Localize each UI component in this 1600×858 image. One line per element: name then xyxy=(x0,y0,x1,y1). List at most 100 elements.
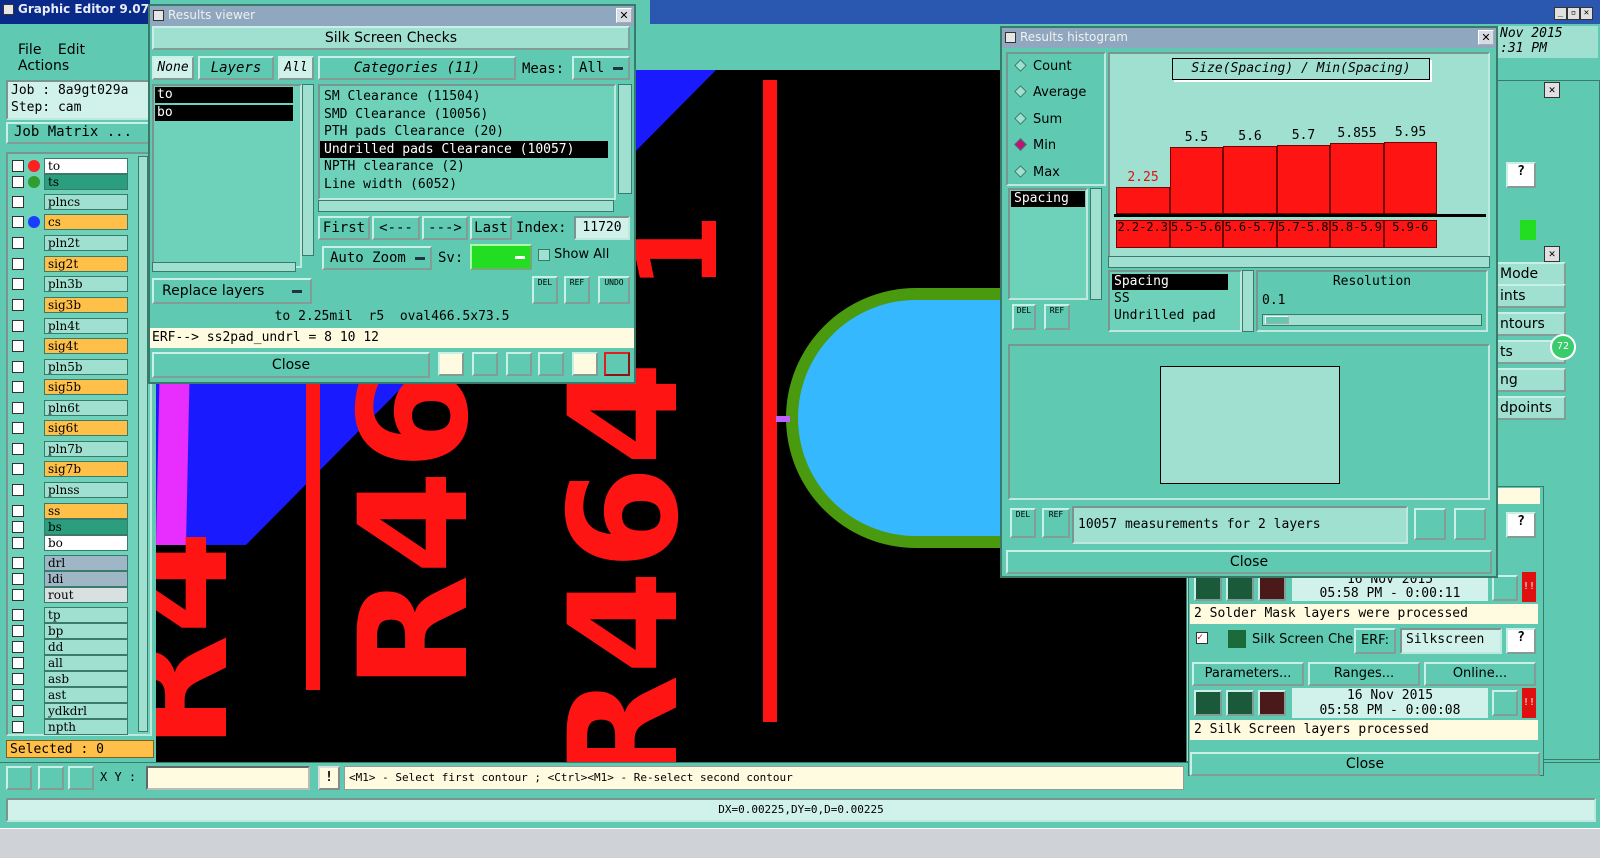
hist-import-icon[interactable] xyxy=(1454,508,1486,540)
hist-ref-button[interactable]: REF xyxy=(1044,304,1070,330)
category-item[interactable]: SM Clearance (11504) xyxy=(320,88,610,106)
layer-row[interactable]: drl xyxy=(12,555,128,571)
silk-run-icon-2[interactable] xyxy=(1226,690,1254,716)
solder-alert-icon[interactable]: !! xyxy=(1522,572,1536,602)
parameters-button[interactable]: Parameters... xyxy=(1192,662,1304,686)
layer-name[interactable]: sig2t xyxy=(44,256,128,272)
grid-tool-icon[interactable] xyxy=(68,766,94,790)
right-panel-close[interactable]: ✕ xyxy=(1544,82,1560,98)
layer-name[interactable]: bs xyxy=(44,519,128,535)
layer-name[interactable]: dd xyxy=(44,639,128,655)
radio-icon[interactable] xyxy=(1014,164,1027,178)
layer-checkbox[interactable] xyxy=(12,237,24,249)
category-item[interactable]: PTH pads Clearance (20) xyxy=(320,123,610,141)
layer-name[interactable]: ast xyxy=(44,687,128,703)
layer-name[interactable]: sig5b xyxy=(44,379,128,395)
histogram-bar[interactable] xyxy=(1116,186,1170,214)
layer-row[interactable]: ydkdrl xyxy=(12,703,128,719)
right-panel-close-2[interactable]: ✕ xyxy=(1544,246,1560,262)
histogram-icon[interactable] xyxy=(604,352,630,376)
results-close-button[interactable]: Close xyxy=(152,352,430,378)
layer-name[interactable]: ts xyxy=(44,174,128,190)
histogram-bar[interactable] xyxy=(1330,143,1384,214)
mode-option[interactable]: Min xyxy=(1008,133,1104,159)
layer-name[interactable]: plncs xyxy=(44,194,128,210)
layer-name[interactable]: drl xyxy=(44,555,128,571)
layer-checkbox[interactable] xyxy=(12,340,24,352)
layer-row[interactable]: ast xyxy=(12,687,128,703)
layer-name[interactable]: all xyxy=(44,655,128,671)
layer-name[interactable]: bo xyxy=(44,535,128,551)
histogram-bar[interactable] xyxy=(1169,147,1223,214)
layer-checkbox[interactable] xyxy=(12,641,24,653)
layer-checkbox[interactable] xyxy=(12,278,24,290)
layer-checkbox[interactable] xyxy=(12,160,24,172)
layer-checkbox[interactable] xyxy=(12,422,24,434)
layer-name[interactable]: tp xyxy=(44,607,128,623)
layer-name[interactable]: asb xyxy=(44,671,128,687)
category-item[interactable]: Line width (6052) xyxy=(320,176,610,194)
layer-checkbox[interactable] xyxy=(12,361,24,373)
props-list[interactable]: Spacing SS Undrilled pad xyxy=(1108,270,1242,332)
layer-name[interactable]: rout xyxy=(44,587,128,603)
layer-checkbox[interactable] xyxy=(12,537,24,549)
meas-select[interactable]: All xyxy=(572,56,630,80)
right-help-button[interactable]: ? xyxy=(1506,162,1536,188)
none-button[interactable]: None xyxy=(152,56,194,80)
layer-row[interactable]: to xyxy=(12,158,128,174)
hist-del-button[interactable]: DEL xyxy=(1012,304,1036,330)
show-all-checkbox[interactable] xyxy=(538,249,550,261)
silk-zoom-icon[interactable] xyxy=(1492,690,1518,716)
layer-row[interactable]: pln3b xyxy=(12,276,128,292)
category-item[interactable]: NPTH clearance (2) xyxy=(320,158,610,176)
right-panel-item[interactable]: ntours xyxy=(1496,312,1566,336)
layer-row[interactable]: dd xyxy=(12,639,128,655)
layer-name[interactable]: pln4t xyxy=(44,318,128,334)
layer-name[interactable]: bp xyxy=(44,623,128,639)
layer-row[interactable]: pln6t xyxy=(12,400,128,416)
auto-zoom-select[interactable]: Auto Zoom xyxy=(322,246,432,270)
layer-row[interactable]: ldi xyxy=(12,571,128,587)
layer-row[interactable]: pln5b xyxy=(12,359,128,375)
layer-name[interactable]: pln3b xyxy=(44,276,128,292)
checklist-close-button[interactable]: Close xyxy=(1190,752,1540,776)
zoom-tool-icon[interactable] xyxy=(6,766,32,790)
layer-row[interactable]: bs xyxy=(12,519,128,535)
layer-checkbox[interactable] xyxy=(12,657,24,669)
layer-row[interactable]: ss xyxy=(12,503,128,519)
layer-checkbox[interactable] xyxy=(12,721,24,733)
layer-checkbox[interactable] xyxy=(12,299,24,311)
categories-vscroll[interactable] xyxy=(618,84,632,194)
all-button[interactable]: All xyxy=(278,56,314,80)
histogram-bar[interactable] xyxy=(1276,145,1330,214)
radio-icon[interactable] xyxy=(1014,111,1027,125)
layer-row[interactable]: plnss xyxy=(12,482,128,498)
layer-name[interactable]: ydkdrl xyxy=(44,703,128,719)
measure-tool-icon[interactable] xyxy=(38,766,64,790)
layer-row[interactable]: sig2t xyxy=(12,256,128,272)
layer-row[interactable]: bo xyxy=(12,535,128,551)
ref-button[interactable]: REF xyxy=(564,276,590,304)
layer-checkbox[interactable] xyxy=(12,463,24,475)
slider-thumb[interactable] xyxy=(1265,316,1289,324)
report-icon[interactable] xyxy=(538,352,564,376)
layer-row[interactable]: bp xyxy=(12,623,128,639)
first-button[interactable]: First xyxy=(318,216,370,240)
layer-name[interactable]: cs xyxy=(44,214,128,230)
silk-alert-icon[interactable]: !! xyxy=(1522,688,1536,718)
undo-button[interactable]: UNDO xyxy=(598,276,630,304)
job-matrix-button[interactable]: Job Matrix ... xyxy=(6,122,150,144)
layer-name[interactable]: pln7b xyxy=(44,441,128,457)
layer-row[interactable]: sig6t xyxy=(12,420,128,436)
layer-checkbox[interactable] xyxy=(12,216,24,228)
right-panel-item[interactable]: ng xyxy=(1496,368,1566,392)
silk-check-checkbox[interactable]: ✓ xyxy=(1196,632,1208,644)
mode-option[interactable]: Max xyxy=(1008,160,1104,186)
layer-row[interactable]: pln7b xyxy=(12,441,128,457)
prop-ss[interactable]: SS xyxy=(1110,290,1240,307)
layer-row[interactable]: pln4t xyxy=(12,318,128,334)
notes-icon[interactable] xyxy=(572,352,598,376)
highlight-tool-icon[interactable] xyxy=(438,352,464,376)
layer-row[interactable]: tp xyxy=(12,607,128,623)
layer-checkbox[interactable] xyxy=(12,673,24,685)
